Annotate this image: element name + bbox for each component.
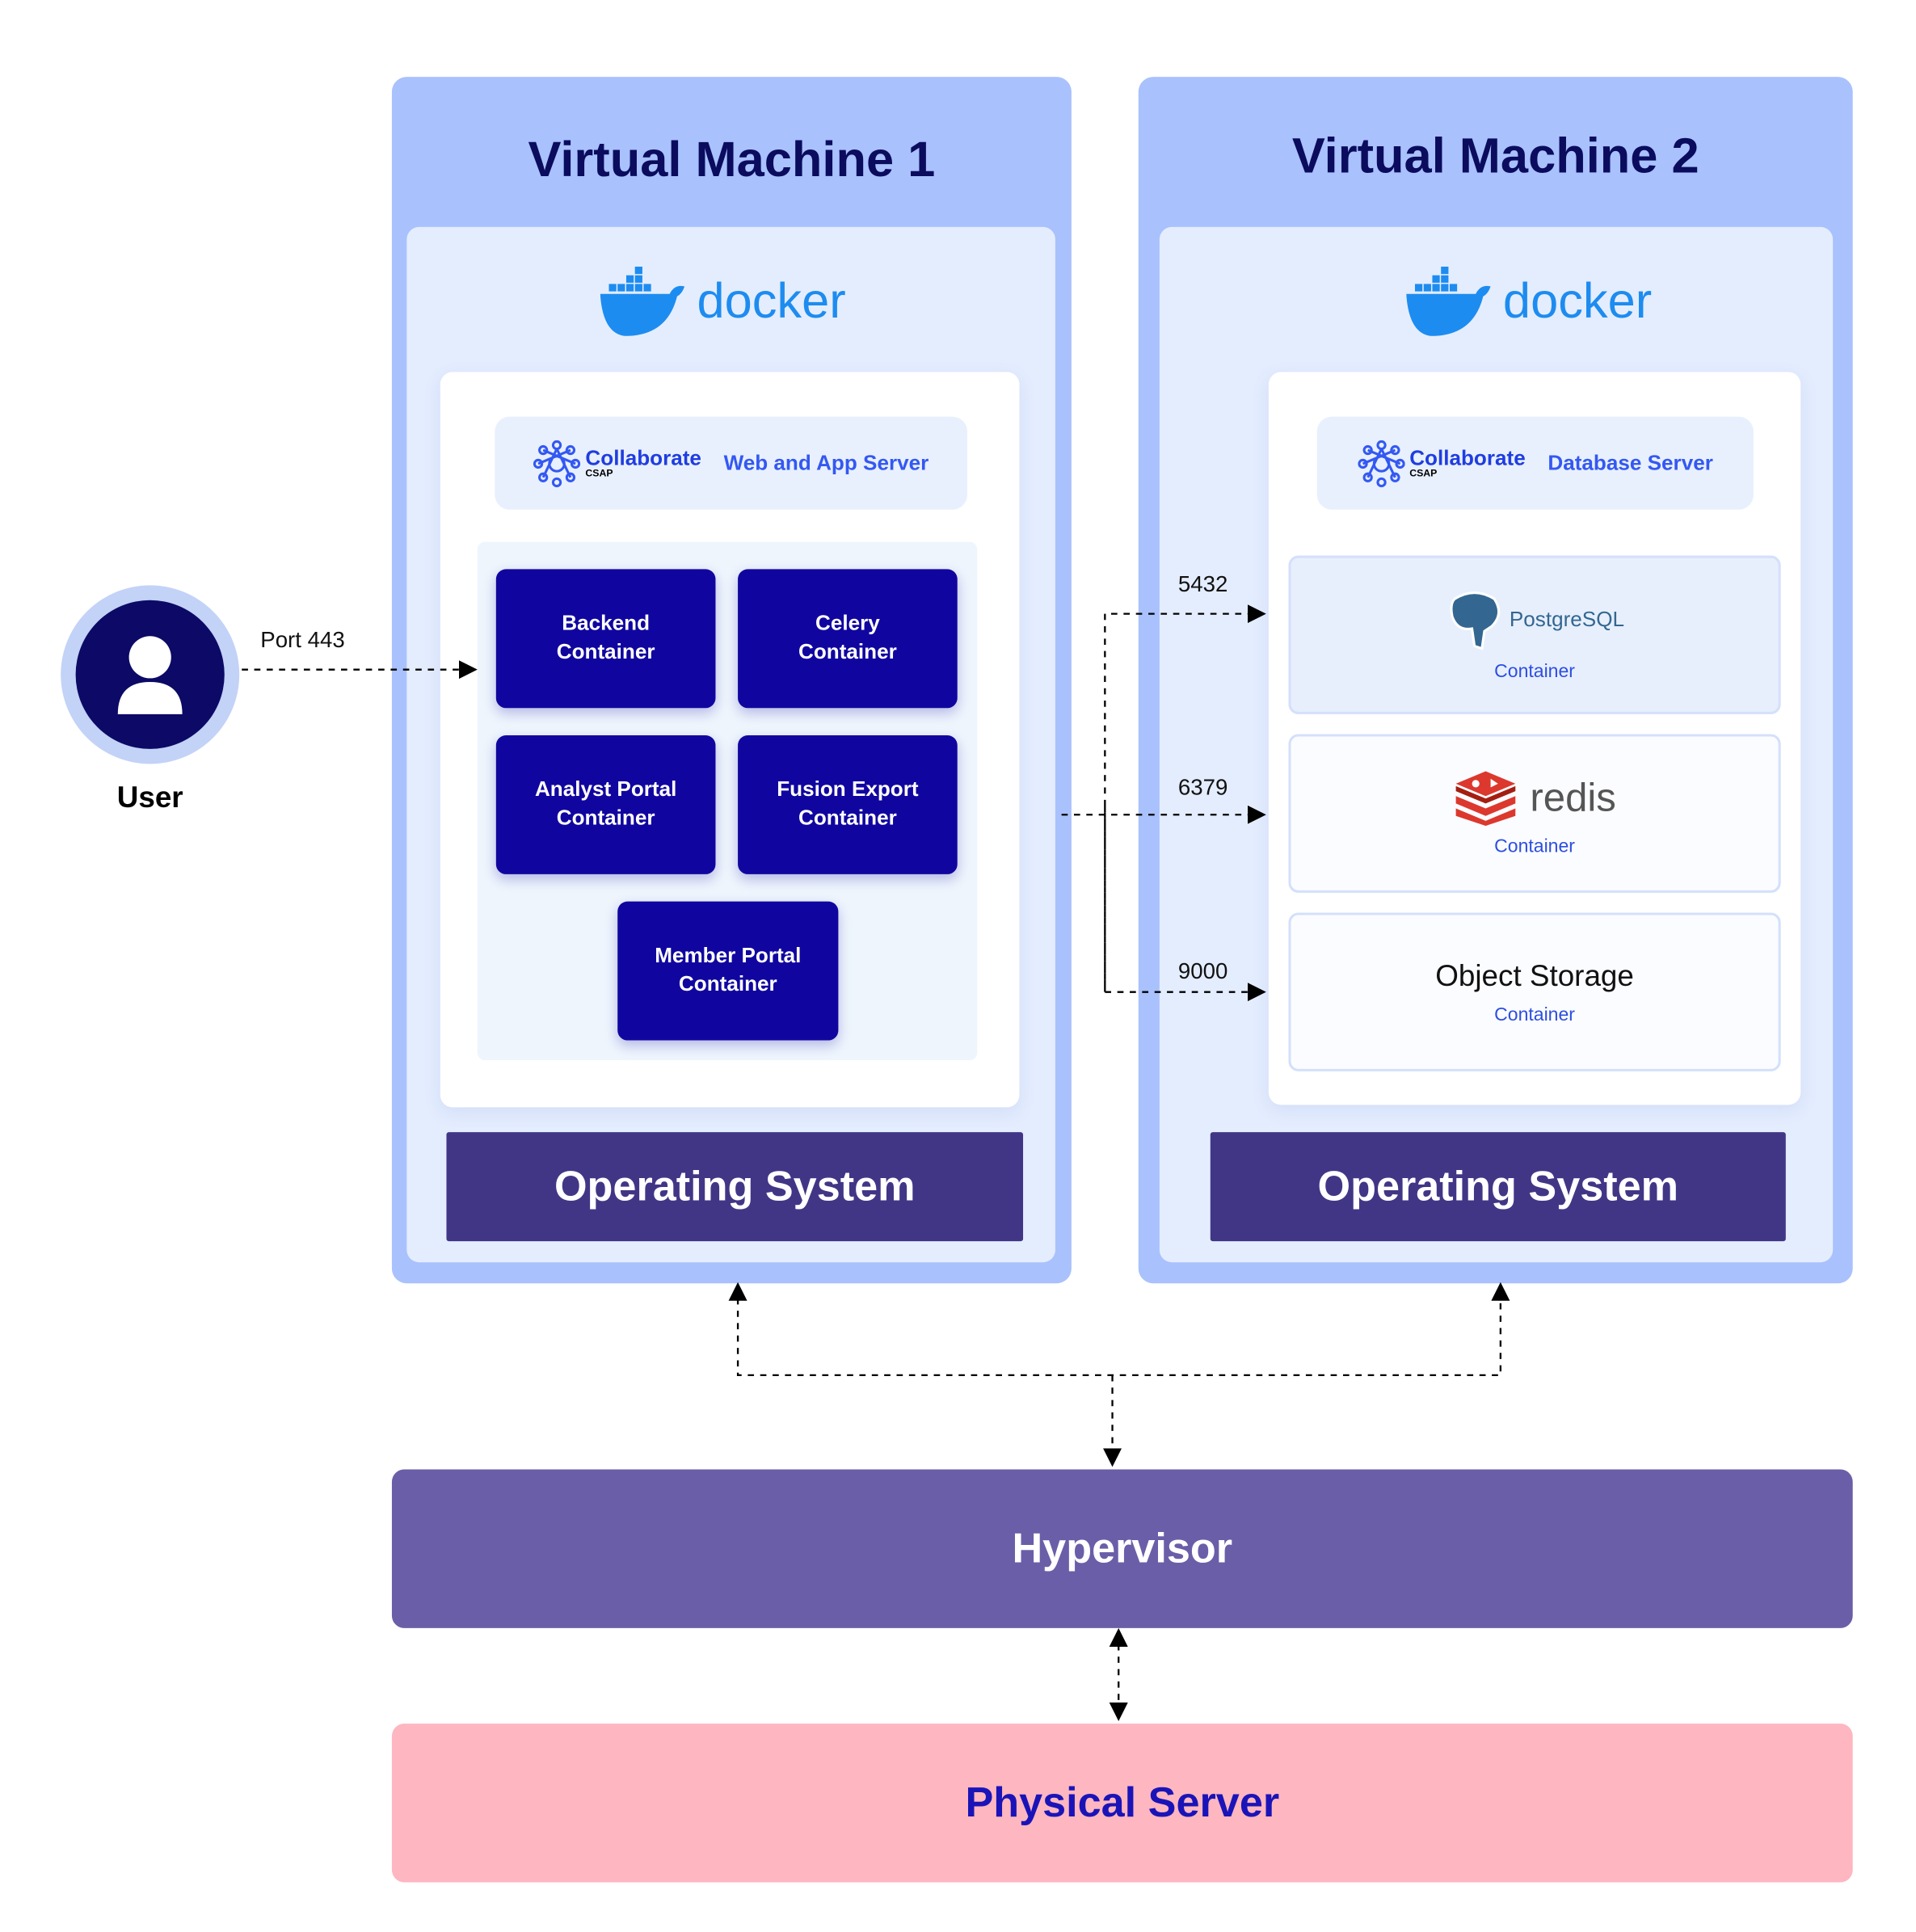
to-postgres-arrow (1104, 604, 1266, 992)
vm1-hypervisor-arrow (728, 1282, 1510, 1377)
connector-arrows (242, 604, 1510, 1722)
to-object-storage-arrow (1104, 806, 1266, 1002)
